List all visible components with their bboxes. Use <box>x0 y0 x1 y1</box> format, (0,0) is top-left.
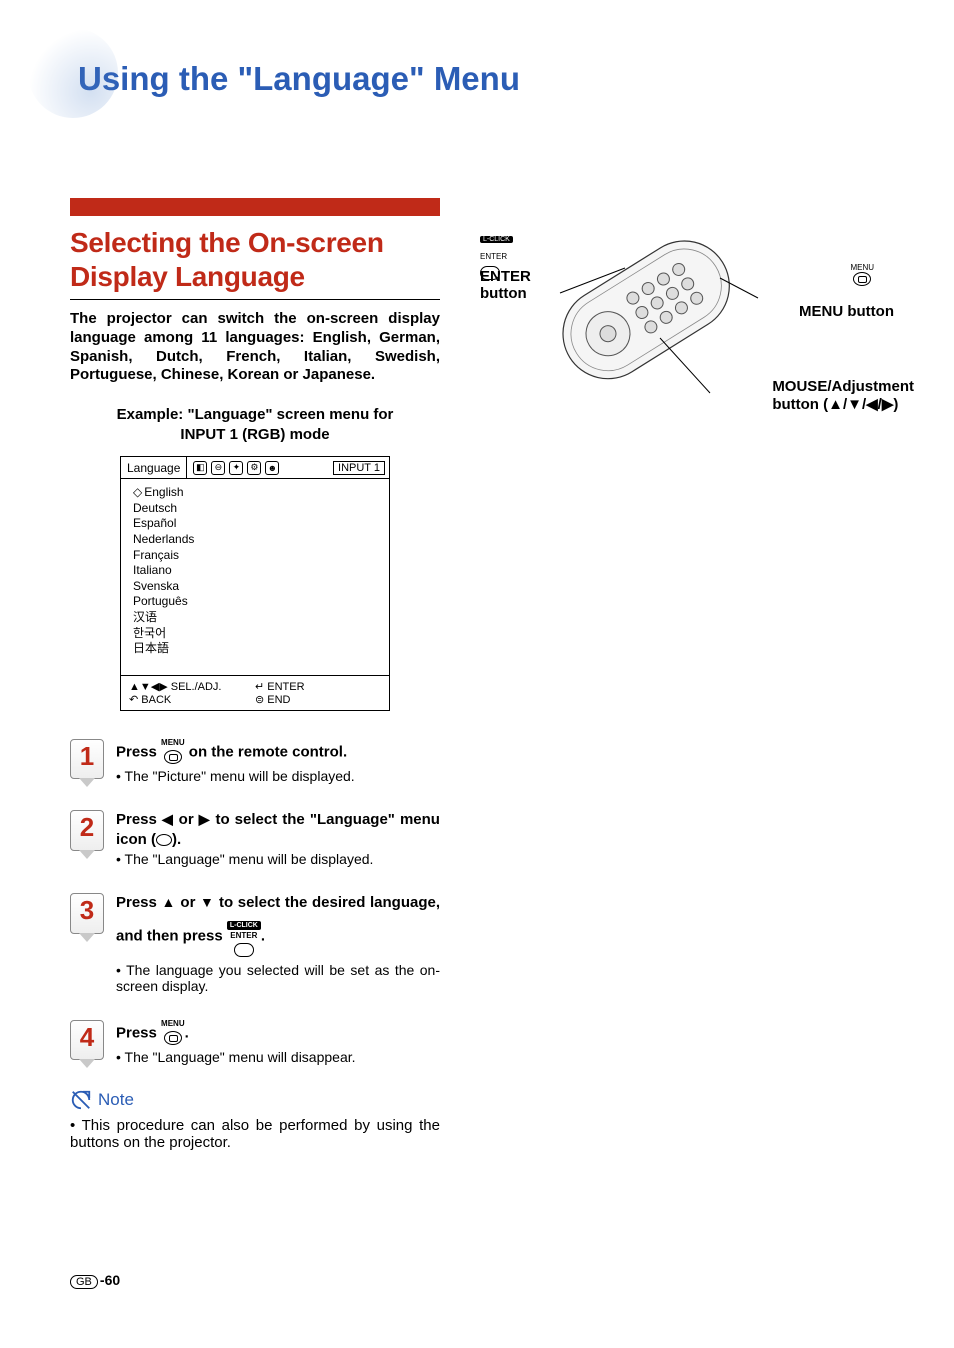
example-caption-l1: Example: "Language" screen menu for <box>117 406 394 423</box>
list-item: Deutsch <box>129 501 381 517</box>
footer-back: ↶ BACK <box>129 693 255 706</box>
menu-tab-icons: ◧ ⊖ ✦ ⚙ ☻ <box>187 461 333 475</box>
footer-end: ⊜ END <box>255 693 381 706</box>
section-rule <box>70 299 440 300</box>
left-arrow-icon: ◀ <box>162 811 174 827</box>
note-header: Note <box>70 1089 440 1111</box>
region-badge: GB <box>70 1275 98 1289</box>
page-footer: GB-60 <box>70 1272 120 1288</box>
language-menu-footer: ▲▼◀▶ SEL./ADJ. ↵ ENTER ↶ BACK ⊜ END <box>121 675 389 710</box>
enter-label: ENTER <box>227 932 261 940</box>
language-menu-screenshot: Language ◧ ⊖ ✦ ⚙ ☻ INPUT 1 English Deuts… <box>120 456 390 711</box>
step-2: 2 Press ◀ or ▶ to select the "Language" … <box>70 810 440 867</box>
step-4: 4 Press MENU. • The "Language" menu will… <box>70 1020 440 1066</box>
example-caption-l2: INPUT 1 (RGB) mode <box>180 426 329 443</box>
right-arrow-icon: ▶ <box>199 811 211 827</box>
step-1-sub: • The "Picture" menu will be displayed. <box>116 768 440 784</box>
note-label: Note <box>98 1090 134 1110</box>
step-2-sub: • The "Language" menu will be displayed. <box>116 851 440 867</box>
list-item: 한국어 <box>129 626 381 642</box>
menu-tab-icon: ☻ <box>265 461 279 475</box>
language-list: English Deutsch Español Nederlands Franç… <box>121 479 389 675</box>
example-caption: Example: "Language" screen menu for INPU… <box>70 405 440 444</box>
language-menu-header-label: Language <box>121 457 187 478</box>
menu-small-label: MENU <box>850 263 874 272</box>
menu-button-icon: MENU <box>161 739 185 767</box>
list-item: Svenska <box>129 579 381 595</box>
step-number: 1 <box>71 740 103 771</box>
list-item: Español <box>129 516 381 532</box>
text: Press <box>116 743 161 760</box>
page-number: -60 <box>100 1272 120 1288</box>
menu-tab-icon: ⊖ <box>211 461 225 475</box>
step-2-head: Press ◀ or ▶ to select the "Language" me… <box>116 810 440 849</box>
menu-small-group: MENU <box>850 263 874 286</box>
step-badge: 2 <box>70 810 104 851</box>
enter-button-icon: L-CLICK ENTER <box>227 913 261 960</box>
up-arrow-icon: ▲ <box>162 894 176 910</box>
step-3-sub: • The language you selected will be set … <box>116 962 440 994</box>
page-title: Using the "Language" Menu <box>78 60 884 98</box>
menu-label: MENU <box>161 1020 185 1028</box>
step-4-sub: • The "Language" menu will disappear. <box>116 1049 440 1065</box>
step-1: 1 Press MENU on the remote control. • Th… <box>70 739 440 785</box>
step-number: 2 <box>71 811 103 842</box>
text: ). <box>172 831 181 848</box>
right-column: L-CLICK ENTER ENTER button MENU MENU but… <box>480 98 884 282</box>
text: on the remote control. <box>185 743 348 760</box>
section-title-line2: Display Language <box>70 261 305 292</box>
enter-small-label: ENTER <box>480 252 507 261</box>
dotted-rule <box>70 1073 440 1075</box>
steps-list: 1 Press MENU on the remote control. • Th… <box>70 739 440 1066</box>
note-icon <box>70 1089 92 1111</box>
step-number: 4 <box>71 1021 103 1052</box>
list-item: Français <box>129 548 381 564</box>
text: . <box>185 1024 189 1041</box>
step-badge: 1 <box>70 739 104 780</box>
step-4-head: Press MENU. <box>116 1020 440 1048</box>
step-badge: 4 <box>70 1020 104 1061</box>
footer-sel: ▲▼◀▶ SEL./ADJ. <box>129 680 255 693</box>
step-badge: 3 <box>70 893 104 934</box>
down-arrow-icon: ▼ <box>200 894 214 910</box>
text: or <box>176 894 200 911</box>
remote-illustration <box>510 238 830 458</box>
language-menu-header: Language ◧ ⊖ ✦ ⚙ ☻ INPUT 1 <box>121 457 389 479</box>
menu-tab-icon: ◧ <box>193 461 207 475</box>
corner-decoration <box>28 28 118 118</box>
text: Press <box>116 811 162 828</box>
list-item: Português <box>129 594 381 610</box>
lclick-badge: L-CLICK <box>480 236 513 243</box>
menu-button-icon <box>853 272 871 286</box>
list-item: Nederlands <box>129 532 381 548</box>
section-title: Selecting the On-screen Display Language <box>70 226 440 293</box>
menu-label: MENU <box>161 739 185 747</box>
list-item: 日本語 <box>129 641 381 657</box>
list-item: English <box>129 485 381 501</box>
red-bar <box>70 198 440 216</box>
list-item: 汉语 <box>129 610 381 626</box>
menu-tab-icon: ⚙ <box>247 461 261 475</box>
lclick-label: L-CLICK <box>227 921 261 930</box>
list-item: Italiano <box>129 563 381 579</box>
input-badge: INPUT 1 <box>333 461 385 475</box>
step-1-head: Press MENU on the remote control. <box>116 739 440 767</box>
footer-enter: ↵ ENTER <box>255 680 381 693</box>
left-column: Selecting the On-screen Display Language… <box>70 98 440 1151</box>
menu-button-icon: MENU <box>161 1020 185 1048</box>
step-3: 3 Press ▲ or ▼ to select the desired lan… <box>70 893 440 994</box>
step-3-head: Press ▲ or ▼ to select the desired langu… <box>116 893 440 960</box>
section-title-line1: Selecting the On-screen <box>70 227 384 258</box>
text: Press <box>116 894 162 911</box>
step-number: 3 <box>71 894 103 925</box>
text: . <box>261 927 265 944</box>
remote-svg <box>510 238 830 458</box>
speech-icon <box>156 834 172 846</box>
text: or <box>174 811 199 828</box>
note-text: • This procedure can also be performed b… <box>70 1117 440 1151</box>
menu-tab-icon: ✦ <box>229 461 243 475</box>
intro-text: The projector can switch the on-screen d… <box>70 310 440 385</box>
text: Press <box>116 1024 161 1041</box>
